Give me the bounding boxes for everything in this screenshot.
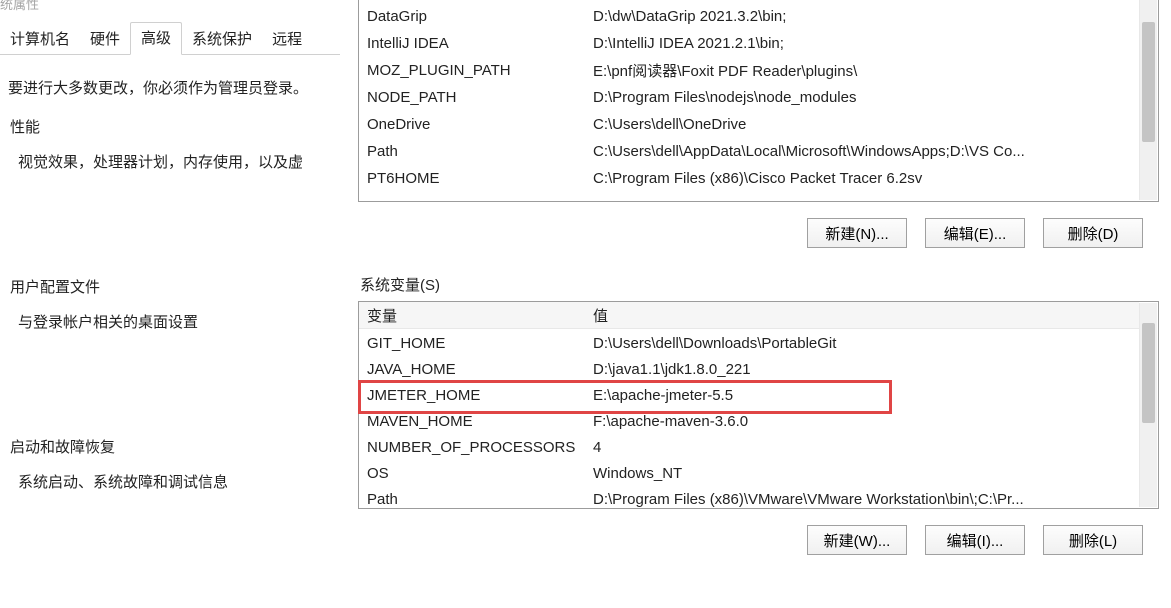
col-header-var[interactable]: 变量 [359, 305, 589, 326]
user-delete-button[interactable]: 删除(D) [1043, 218, 1143, 248]
table-row[interactable]: OSWindows_NT [359, 460, 1139, 487]
var-value: C:\Program Files (x86)\Cisco Packet Trac… [589, 170, 1139, 187]
var-value: D:\java1.1\jdk1.8.0_221 [589, 361, 1139, 378]
var-value: 4 [589, 439, 1139, 456]
var-value: Windows_NT [589, 465, 1139, 482]
tab-remote[interactable]: 远程 [262, 24, 312, 55]
user-vars-block: DataGripD:\dw\DataGrip 2021.3.2\bin;Inte… [358, 0, 1159, 248]
var-value: D:\dw\DataGrip 2021.3.2\bin; [589, 8, 1139, 25]
group-performance-desc: 视觉效果，处理器计划，内存使用，以及虚 [4, 141, 336, 212]
var-value: F:\apache-maven-3.6.0 [589, 413, 1139, 430]
var-name: PT6HOME [359, 170, 589, 187]
table-row[interactable]: DataGripD:\dw\DataGrip 2021.3.2\bin; [359, 3, 1139, 30]
col-header-val[interactable]: 值 [589, 305, 1139, 326]
var-value: D:\IntelliJ IDEA 2021.2.1\bin; [589, 35, 1139, 52]
var-name: IntelliJ IDEA [359, 35, 589, 52]
tab-computer-name[interactable]: 计算机名 [0, 24, 80, 55]
table-row[interactable]: NODE_PATHD:\Program Files\nodejs\node_mo… [359, 84, 1139, 111]
admin-note: 要进行大多数更改，你必须作为管理员登录。 [8, 77, 332, 98]
table-row[interactable]: MOZ_PLUGIN_PATHE:\pnf阅读器\Foxit PDF Reade… [359, 57, 1139, 84]
var-name: NODE_PATH [359, 89, 589, 106]
table-header: 变量值 [359, 302, 1139, 329]
var-name: Path [359, 491, 589, 508]
var-name: JAVA_HOME [359, 361, 589, 378]
var-value: E:\pnf阅读器\Foxit PDF Reader\plugins\ [589, 60, 1139, 81]
var-name: Path [359, 143, 589, 160]
system-vars-label: 系统变量(S) [360, 274, 1159, 295]
table-row[interactable]: NUMBER_OF_PROCESSORS4 [359, 434, 1139, 461]
tab-advanced[interactable]: 高级 [130, 22, 182, 55]
group-startup-desc: 系统启动、系统故障和调试信息 [4, 461, 336, 532]
scroll-thumb[interactable] [1142, 323, 1155, 423]
table-row[interactable]: MAVEN_HOMEF:\apache-maven-3.6.0 [359, 408, 1139, 435]
user-edit-button[interactable]: 编辑(E)... [925, 218, 1025, 248]
system-properties-panel: 统属性 计算机名 硬件 高级 系统保护 远程 要进行大多数更改，你必须作为管理员… [0, 0, 346, 608]
table-row[interactable]: OneDriveC:\Users\dell\OneDrive [359, 111, 1139, 138]
table-row[interactable]: PT6HOMEC:\Program Files (x86)\Cisco Pack… [359, 165, 1139, 192]
sys-edit-button[interactable]: 编辑(I)... [925, 525, 1025, 555]
user-vars-list[interactable]: DataGripD:\dw\DataGrip 2021.3.2\bin;Inte… [358, 0, 1159, 202]
sys-new-button[interactable]: 新建(W)... [807, 525, 907, 555]
group-startup: 启动和故障恢复 系统启动、系统故障和调试信息 [4, 432, 336, 532]
table-row[interactable]: PathC:\Users\dell\AppData\Local\Microsof… [359, 138, 1139, 165]
var-value: E:\apache-jmeter-5.5 [589, 387, 1139, 404]
user-new-button[interactable]: 新建(N)... [807, 218, 907, 248]
tabs: 计算机名 硬件 高级 系统保护 远程 [0, 25, 340, 55]
group-performance-label: 性能 [4, 112, 336, 141]
table-row[interactable]: PathD:\Program Files (x86)\VMware\VMware… [359, 486, 1139, 508]
var-value: C:\Users\dell\OneDrive [589, 116, 1139, 133]
system-vars-block: 变量值GIT_HOMED:\Users\dell\Downloads\Porta… [358, 301, 1159, 555]
var-name: DataGrip [359, 8, 589, 25]
scrollbar[interactable] [1139, 303, 1157, 507]
var-name: JMETER_HOME [359, 387, 589, 404]
table-row[interactable]: JMETER_HOMEE:\apache-jmeter-5.5 [359, 382, 1139, 409]
table-row[interactable]: GIT_HOMED:\Users\dell\Downloads\Portable… [359, 330, 1139, 357]
var-value: C:\Users\dell\AppData\Local\Microsoft\Wi… [589, 143, 1139, 160]
var-value: D:\Program Files (x86)\VMware\VMware Wor… [589, 491, 1139, 508]
group-performance: 性能 视觉效果，处理器计划，内存使用，以及虚 [4, 112, 336, 212]
var-name: OneDrive [359, 116, 589, 133]
var-value: D:\Program Files\nodejs\node_modules [589, 89, 1139, 106]
window-title: 统属性 [0, 0, 340, 17]
var-name: MAVEN_HOME [359, 413, 589, 430]
table-row[interactable]: JAVA_HOMED:\java1.1\jdk1.8.0_221 [359, 356, 1139, 383]
var-value: D:\Users\dell\Downloads\PortableGit [589, 335, 1139, 352]
scroll-thumb[interactable] [1142, 22, 1155, 142]
sys-delete-button[interactable]: 删除(L) [1043, 525, 1143, 555]
group-user-profiles: 用户配置文件 与登录帐户相关的桌面设置 [4, 272, 336, 372]
var-name: OS [359, 465, 589, 482]
tab-system-protection[interactable]: 系统保护 [182, 24, 262, 55]
var-name: MOZ_PLUGIN_PATH [359, 62, 589, 79]
var-name: GIT_HOME [359, 335, 589, 352]
group-profiles-desc: 与登录帐户相关的桌面设置 [4, 301, 336, 372]
tab-hardware[interactable]: 硬件 [80, 24, 130, 55]
group-startup-label: 启动和故障恢复 [4, 432, 336, 461]
table-row[interactable]: IntelliJ IDEAD:\IntelliJ IDEA 2021.2.1\b… [359, 30, 1139, 57]
var-name: NUMBER_OF_PROCESSORS [359, 439, 589, 456]
env-vars-panel: DataGripD:\dw\DataGrip 2021.3.2\bin;Inte… [346, 0, 1171, 608]
scrollbar[interactable] [1139, 0, 1157, 200]
system-vars-list[interactable]: 变量值GIT_HOMED:\Users\dell\Downloads\Porta… [358, 301, 1159, 509]
group-profiles-label: 用户配置文件 [4, 272, 336, 301]
